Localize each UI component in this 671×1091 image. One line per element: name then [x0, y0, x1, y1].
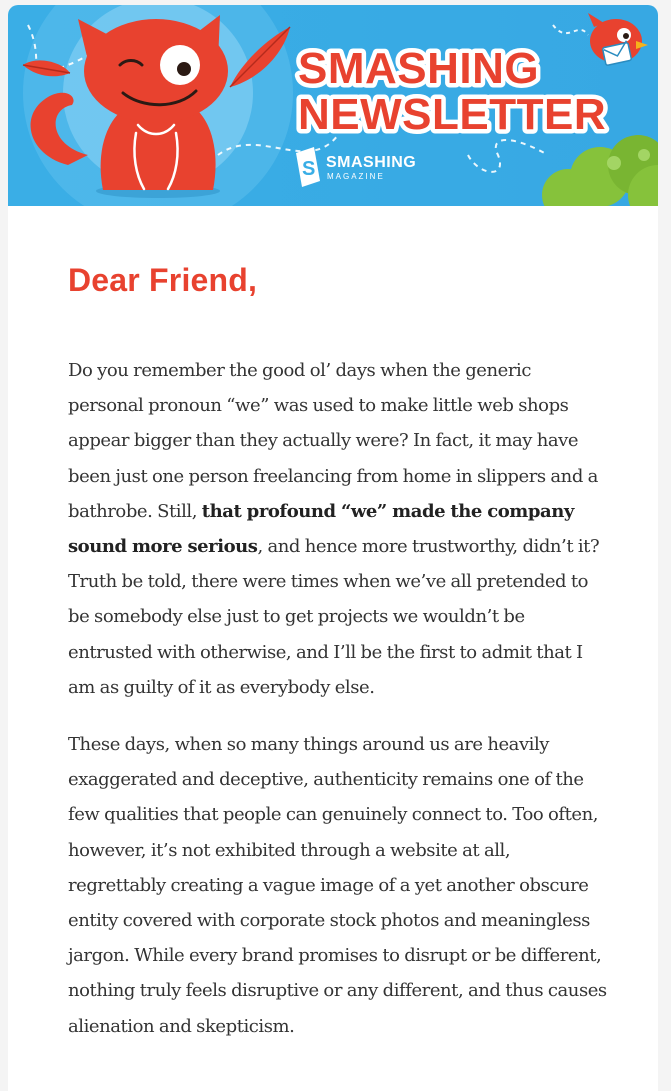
letter-content: Dear Friend, Do you remember the good ol… — [68, 257, 608, 1066]
newsletter-card: SMASHING NEWSLETTER S SMASHING MAGAZINE — [8, 5, 658, 1091]
email-page: SMASHING NEWSLETTER S SMASHING MAGAZINE — [0, 0, 671, 1091]
smashing-logo-sub: MAGAZINE — [327, 172, 385, 181]
banner-title-line1: SMASHING — [298, 44, 539, 93]
paragraph-1-text-start: Do you remember the good ol’ days when t… — [68, 360, 598, 522]
letter-paragraph-1: Do you remember the good ol’ days when t… — [68, 353, 608, 705]
smashing-logo-mark: S — [302, 158, 315, 180]
paragraph-1-text-end: , and hence more trustworthy, didn’t it?… — [68, 536, 600, 698]
newsletter-banner: SMASHING NEWSLETTER S SMASHING MAGAZINE — [8, 5, 658, 206]
letter-greeting: Dear Friend, — [68, 262, 258, 298]
banner-title-line2: NEWSLETTER — [298, 90, 606, 139]
banner-illustration: SMASHING NEWSLETTER S SMASHING MAGAZINE — [8, 5, 658, 206]
letter-paragraph-2: These days, when so many things around u… — [68, 734, 607, 1037]
smashing-logo-word: SMASHING — [326, 154, 416, 171]
